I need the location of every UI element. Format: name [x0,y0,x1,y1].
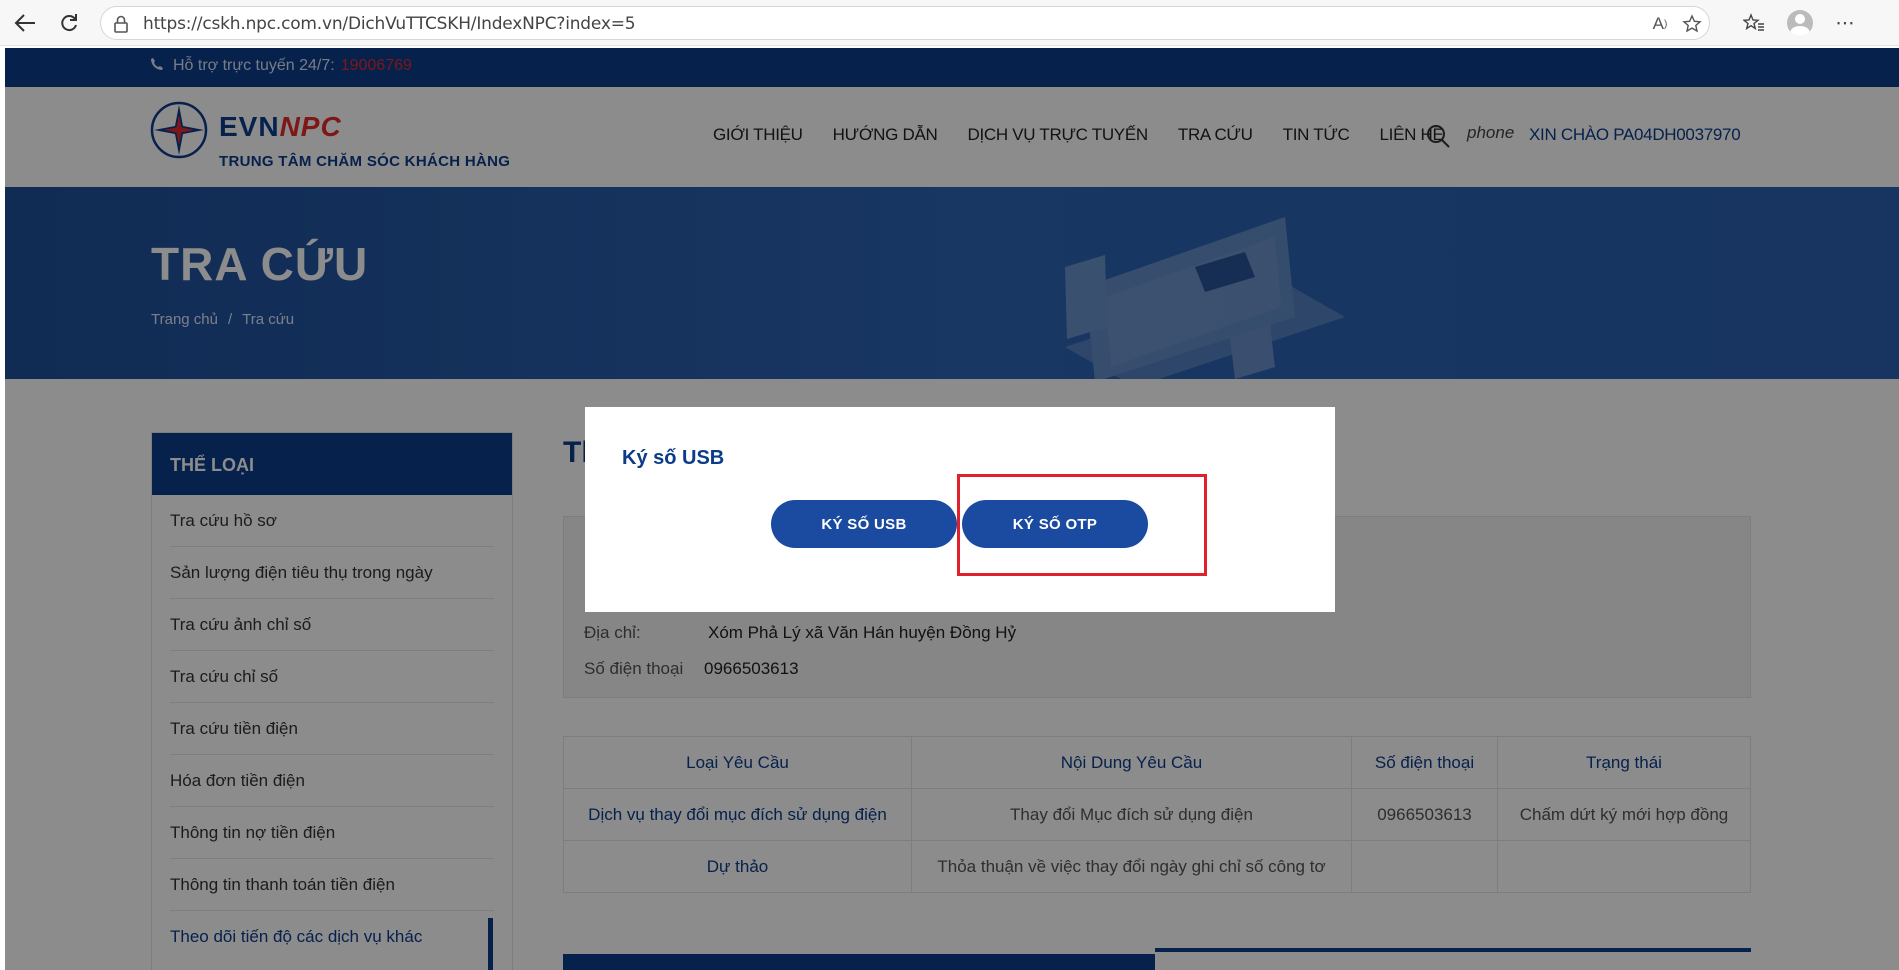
url-text[interactable]: https://cskh.npc.com.vn/DichVuTTCSKH/Ind… [143,14,636,34]
site-info-icon[interactable] [113,15,129,33]
browser-toolbar: https://cskh.npc.com.vn/DichVuTTCSKH/Ind… [0,0,1899,46]
read-aloud-icon[interactable]: A) [1649,13,1671,35]
reload-icon[interactable] [54,8,84,38]
favorites-icon[interactable] [1740,9,1768,37]
highlight-annotation [957,474,1207,576]
back-arrow-icon[interactable] [10,8,40,38]
sign-usb-button[interactable]: KÝ SỐ USB [771,500,957,548]
address-bar[interactable]: https://cskh.npc.com.vn/DichVuTTCSKH/Ind… [100,6,1710,40]
dialog-title: Ký số USB [622,447,725,469]
profile-avatar[interactable] [1787,10,1813,36]
favorite-star-icon[interactable] [1681,13,1703,35]
more-options-icon[interactable]: ⋯ [1831,9,1859,37]
